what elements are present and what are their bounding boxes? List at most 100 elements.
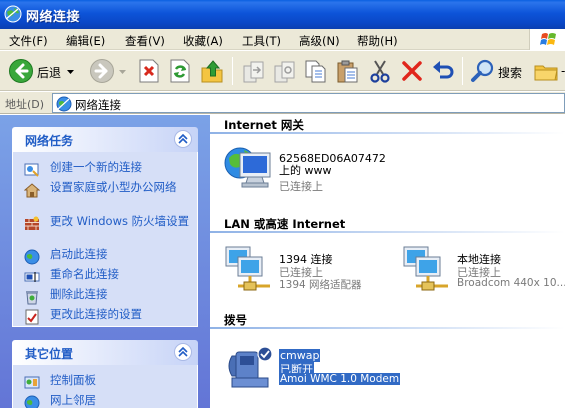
collapse-chevron-icon[interactable] xyxy=(174,343,192,361)
menu-bar: 文件(F) 编辑(E) 查看(V) 收藏(A) 工具(T) 高级(N) 帮助(H… xyxy=(0,29,565,50)
stop-page-icon xyxy=(139,59,159,83)
group-internet-gateway: Internet 网关 xyxy=(224,118,304,132)
paste-button[interactable] xyxy=(335,58,361,84)
delete-connection-icon xyxy=(26,291,38,305)
network-tasks-box: 网络任务 创建一个新的连接 设置家庭或小型办公网络 更改 Windows 防火墙… xyxy=(12,127,198,327)
address-label: 地址(D) xyxy=(5,98,45,111)
toolbar-separator xyxy=(462,57,463,85)
place-label: 控制面板 xyxy=(50,373,96,387)
collapse-chevron-icon[interactable] xyxy=(174,130,192,148)
search-button[interactable] xyxy=(470,58,496,84)
connection-name: 62568ED06A07472 上的 www xyxy=(279,152,386,177)
connection-item-1394[interactable]: 1394 连接 已连接上 1394 网络适配器 xyxy=(224,245,394,295)
search-label[interactable]: 搜索 xyxy=(498,64,522,81)
menu-view[interactable]: 查看(V) xyxy=(125,33,165,49)
toolbar: 后退 搜索 - xyxy=(0,51,565,91)
new-connection-icon xyxy=(24,163,39,177)
delete-button[interactable] xyxy=(400,58,424,84)
connection-device: Amoi WMC 1.0 Modem xyxy=(279,373,401,385)
up-folder-icon xyxy=(201,60,223,83)
folders-button[interactable] xyxy=(533,58,559,84)
copy-to-button[interactable] xyxy=(273,58,297,84)
group-divider xyxy=(210,132,565,134)
paste-icon xyxy=(337,60,358,83)
menu-favorites[interactable]: 收藏(A) xyxy=(183,33,223,49)
network-tasks-list: 创建一个新的连接 设置家庭或小型办公网络 更改 Windows 防火墙设置 启动… xyxy=(12,152,198,327)
forward-button[interactable] xyxy=(89,58,115,84)
connection-item-local[interactable]: 本地连接 已连接上 Broadcom 440x 10... xyxy=(402,245,565,295)
copy-icon xyxy=(305,60,326,83)
group-divider xyxy=(210,327,565,329)
move-to-button[interactable] xyxy=(242,58,266,84)
task-label: 更改 Windows 防火墙设置 xyxy=(50,214,190,228)
menu-file[interactable]: 文件(F) xyxy=(9,33,48,49)
delete-x-icon xyxy=(402,61,422,81)
back-arrow-icon xyxy=(9,59,33,83)
title-bar[interactable]: 网络连接 xyxy=(0,0,565,29)
group-lan: LAN 或高速 Internet xyxy=(224,217,346,231)
lan-connection-icon xyxy=(403,246,448,291)
back-button[interactable] xyxy=(8,58,34,84)
network-tasks-header[interactable]: 网络任务 xyxy=(12,127,198,152)
connection-item-cmwap[interactable]: cmwap 已断开 Amoi WMC 1.0 Modem xyxy=(224,342,401,392)
menu-edit[interactable]: 编辑(E) xyxy=(66,33,105,49)
internet-gateway-icon xyxy=(224,147,271,188)
refresh-button[interactable] xyxy=(168,58,192,84)
up-folder-button[interactable] xyxy=(200,58,224,84)
folders-icon xyxy=(534,65,558,81)
place-label: 网上邻居 xyxy=(50,393,96,407)
menu-advanced[interactable]: 高级(N) xyxy=(299,33,340,49)
task-pane: 网络任务 创建一个新的连接 设置家庭或小型办公网络 更改 Windows 防火墙… xyxy=(0,115,210,408)
menu-tools[interactable]: 工具(T) xyxy=(242,33,281,49)
other-places-header[interactable]: 其它位置 xyxy=(12,340,198,365)
home-network-icon xyxy=(24,183,40,198)
task-label: 设置家庭或小型办公网络 xyxy=(50,180,177,194)
connection-status: 已连接上 xyxy=(279,180,323,193)
address-bar: 地址(D) 网络连接 xyxy=(0,92,565,114)
undo-button[interactable] xyxy=(431,58,455,84)
other-places-list: 控制面板 网上邻居 xyxy=(12,365,198,408)
move-to-icon xyxy=(243,61,264,83)
task-label: 更改此连接的设置 xyxy=(50,307,142,321)
lan-connection-icon xyxy=(225,246,270,291)
task-label: 启动此连接 xyxy=(50,247,108,261)
back-dropdown-icon[interactable] xyxy=(67,70,74,75)
forward-dropdown-icon[interactable] xyxy=(119,70,126,75)
cut-button[interactable] xyxy=(368,58,392,84)
forward-arrow-icon xyxy=(90,59,114,83)
toolbar-separator xyxy=(232,57,233,85)
menu-help[interactable]: 帮助(H) xyxy=(357,33,398,49)
enable-connection-icon xyxy=(24,249,40,265)
connection-item-gateway[interactable]: 62568ED06A07472 上的 www 已连接上 xyxy=(224,145,404,195)
undo-icon xyxy=(433,61,454,79)
address-field[interactable]: 网络连接 xyxy=(52,93,565,113)
network-connections-icon xyxy=(4,5,22,23)
network-connections-icon xyxy=(56,96,72,112)
firewall-icon xyxy=(25,216,39,230)
other-places-box: 其它位置 控制面板 网上邻居 xyxy=(12,340,198,408)
windows-logo-icon xyxy=(529,29,565,50)
connection-device: 1394 网络适配器 xyxy=(279,279,362,291)
copy-button[interactable] xyxy=(304,58,328,84)
connections-view: Internet 网关 62568ED06A07472 上的 www 已连接上 … xyxy=(210,115,565,408)
control-panel-icon xyxy=(24,376,40,389)
network-places-icon xyxy=(24,395,40,408)
window-title: 网络连接 xyxy=(26,10,81,25)
task-label: 创建一个新的连接 xyxy=(50,160,142,174)
search-icon xyxy=(471,59,494,82)
task-label: 删除此连接 xyxy=(50,287,108,301)
scissors-icon xyxy=(370,60,390,83)
rename-icon xyxy=(24,272,40,282)
copy-to-icon xyxy=(274,61,295,83)
network-tasks-title: 网络任务 xyxy=(25,134,74,148)
stop-button[interactable] xyxy=(137,58,161,84)
task-label: 重命名此连接 xyxy=(50,267,119,281)
back-label[interactable]: 后退 xyxy=(37,64,61,81)
dialup-modem-icon xyxy=(228,346,273,388)
group-dialup: 拨号 xyxy=(224,313,247,327)
connection-device: Broadcom 440x 10... xyxy=(457,277,565,289)
other-places-title: 其它位置 xyxy=(25,347,74,361)
refresh-icon xyxy=(170,59,190,83)
address-value: 网络连接 xyxy=(75,98,121,112)
folders-label[interactable]: - xyxy=(561,64,565,78)
